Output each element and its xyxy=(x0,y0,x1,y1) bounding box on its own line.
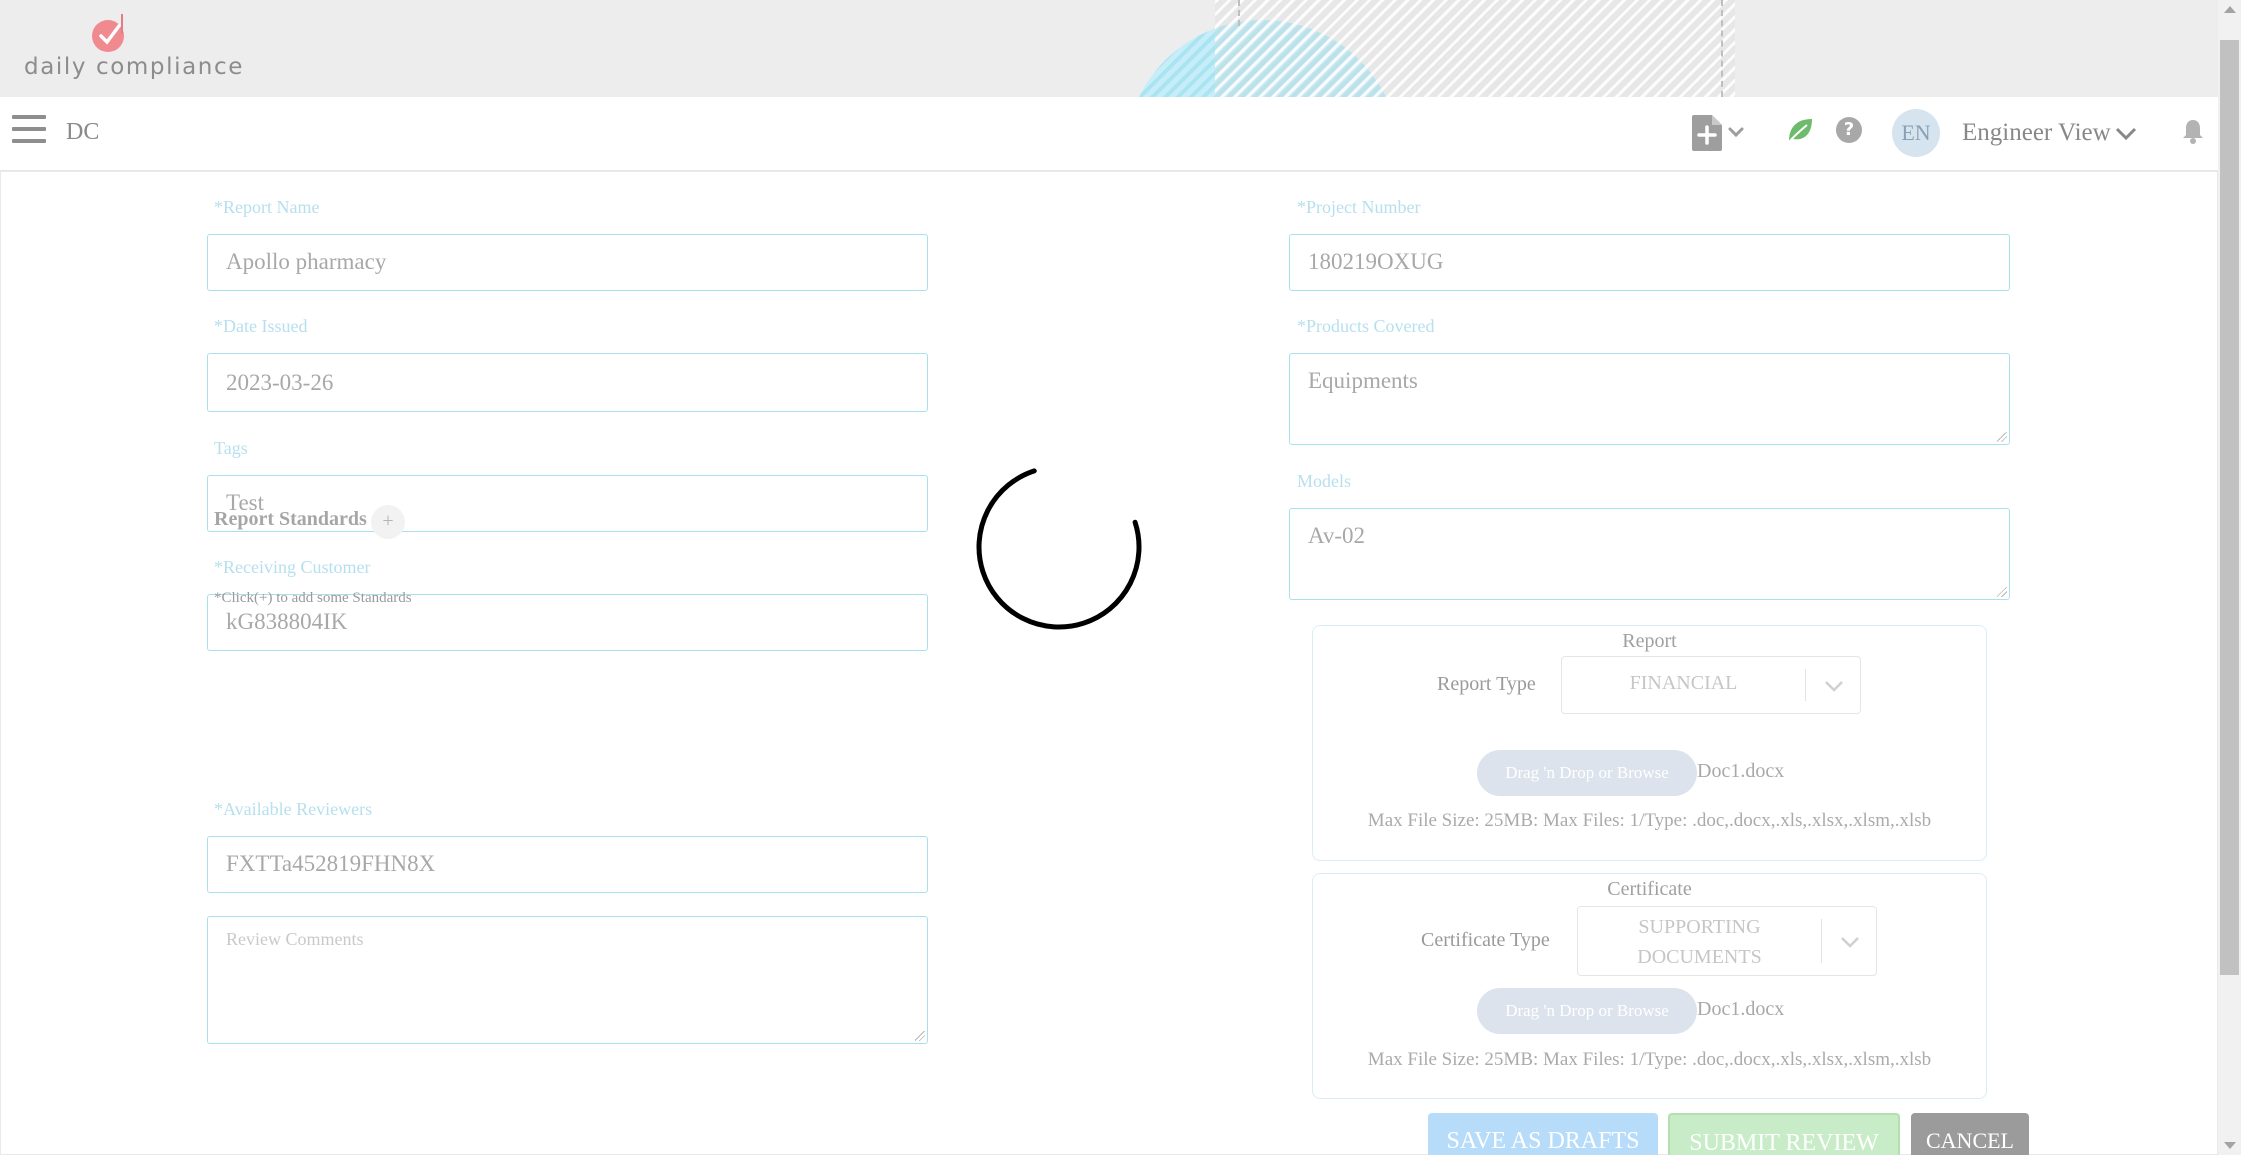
certificate-type-value: SUPPORTING DOCUMENTS xyxy=(1637,916,1762,968)
date-issued-input[interactable]: 2023-03-26 xyxy=(207,353,928,412)
scroll-up-arrow-icon[interactable] xyxy=(2224,6,2236,13)
products-covered-value: Equipments xyxy=(1308,368,1418,393)
available-reviewers-value: FXTTa452819FHN8X xyxy=(226,851,436,876)
report-type-value: FINANCIAL xyxy=(1629,672,1738,694)
logo-check-icon xyxy=(92,14,124,52)
banner-decoration-line xyxy=(1238,0,1242,26)
chevron-down-icon xyxy=(2115,128,2136,141)
report-file-name: Doc1.docx xyxy=(1697,760,1785,782)
eco-leaf-icon[interactable] xyxy=(1785,115,1815,145)
save-as-drafts-button[interactable]: SAVE AS DRAFTS xyxy=(1428,1113,1658,1155)
review-comments-placeholder: Review Comments xyxy=(226,929,364,949)
certificate-panel-title: Certificate xyxy=(1607,878,1692,900)
resize-handle[interactable] xyxy=(915,1031,925,1041)
tags-label: Tags xyxy=(214,438,248,458)
menu-icon[interactable] xyxy=(12,115,46,145)
project-number-value: 180219OXUG xyxy=(1308,249,1444,274)
certificate-type-select[interactable]: SUPPORTING DOCUMENTS xyxy=(1577,906,1877,976)
resize-handle[interactable] xyxy=(1997,432,2007,442)
vertical-scrollbar[interactable] xyxy=(2218,0,2241,1155)
receiving-customer-value: kG838804IK xyxy=(226,609,348,634)
new-document-menu[interactable] xyxy=(1690,113,1748,153)
report-type-select[interactable]: FINANCIAL xyxy=(1561,656,1861,714)
certificate-file-limits: Max File Size: 25MB: Max Files: 1/Type: … xyxy=(1367,1049,1932,1070)
available-reviewers-select[interactable]: FXTTa452819FHN8X xyxy=(207,836,928,893)
new-document-icon xyxy=(1692,115,1744,151)
certificate-file-name: Doc1.docx xyxy=(1697,998,1785,1020)
bell-icon[interactable] xyxy=(2181,117,2205,145)
project-number-label: *Project Number xyxy=(1297,197,1421,217)
project-number-input[interactable]: 180219OXUG xyxy=(1289,234,2010,291)
products-covered-textarea[interactable]: Equipments xyxy=(1289,353,2010,445)
products-covered-label: *Products Covered xyxy=(1297,316,1435,336)
help-icon[interactable]: ? xyxy=(1836,117,1862,143)
date-issued-value: 2023-03-26 xyxy=(226,370,334,395)
certificate-type-label: Certificate Type xyxy=(1421,929,1550,951)
cancel-button[interactable]: CANCEL xyxy=(1911,1113,2029,1155)
report-standards-title: Report Standards xyxy=(214,508,367,530)
loading-spinner-icon xyxy=(976,468,1142,630)
date-issued-label: *Date Issued xyxy=(214,316,308,336)
report-type-label: Report Type xyxy=(1437,673,1536,695)
report-name-value: Apollo pharmacy xyxy=(226,249,387,274)
review-comments-textarea[interactable]: Review Comments xyxy=(207,916,928,1044)
certificate-upload-panel: Certificate Certificate Type SUPPORTING … xyxy=(1312,873,1987,1099)
scroll-down-arrow-icon[interactable] xyxy=(2224,1142,2236,1149)
chevron-down-icon xyxy=(1841,937,1859,948)
banner-decoration-hatch xyxy=(1215,0,1735,97)
report-name-label: *Report Name xyxy=(214,197,320,217)
report-name-input[interactable]: Apollo pharmacy xyxy=(207,234,928,291)
submit-review-button[interactable]: SUBMIT REVIEW xyxy=(1668,1113,1900,1155)
models-label: Models xyxy=(1297,471,1351,491)
view-label: Engineer View xyxy=(1962,119,2111,146)
chevron-down-icon xyxy=(1728,127,1744,138)
scrollbar-thumb[interactable] xyxy=(2220,40,2239,975)
models-value: Av-02 xyxy=(1308,523,1366,548)
avatar[interactable]: EN xyxy=(1892,109,1940,157)
banner-decoration-line xyxy=(1718,0,1723,97)
brand-label: DC xyxy=(66,119,100,145)
view-switcher[interactable]: Engineer View xyxy=(1962,119,2137,147)
receiving-customer-label: *Receiving Customer xyxy=(214,557,371,577)
report-upload-panel: Report Report Type FINANCIAL Drag 'n Dro… xyxy=(1312,625,1987,861)
report-panel-title: Report xyxy=(1622,630,1677,652)
top-navigation: DC ? EN Engineer View xyxy=(0,97,2218,171)
models-textarea[interactable]: Av-02 xyxy=(1289,508,2010,600)
company-logo[interactable]: daily compliance xyxy=(24,6,254,84)
certificate-dropzone[interactable]: Drag 'n Drop or Browse xyxy=(1477,988,1697,1034)
header-banner: daily compliance xyxy=(0,0,2218,97)
report-standards-hint: *Click(+) to add some Standards xyxy=(214,590,412,606)
report-file-limits: Max File Size: 25MB: Max Files: 1/Type: … xyxy=(1367,810,1932,831)
add-standard-button[interactable]: + xyxy=(371,505,405,539)
logo-text: daily compliance xyxy=(24,54,244,80)
available-reviewers-label: *Available Reviewers xyxy=(214,799,373,819)
chevron-down-icon xyxy=(1825,681,1843,692)
report-dropzone[interactable]: Drag 'n Drop or Browse xyxy=(1477,750,1697,796)
resize-handle[interactable] xyxy=(1997,587,2007,597)
